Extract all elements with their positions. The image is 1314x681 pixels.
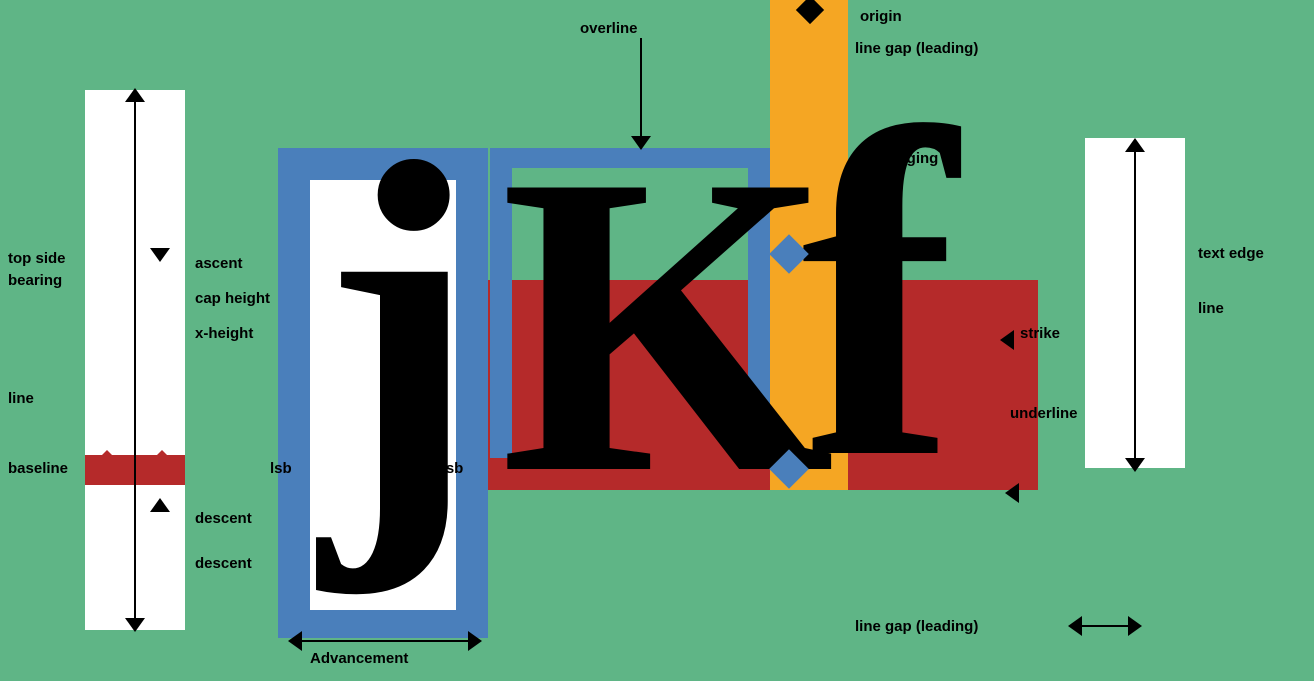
label-cap: cap height [195,290,270,307]
left-arrow-stem [134,100,136,620]
right-line-stem [1134,150,1136,460]
linegap-stem [1080,625,1130,627]
label-descent-lower: descent [195,555,252,572]
descent-arrow [150,498,170,512]
label-descent-upper: descent [195,510,252,527]
label-strike: strike [1020,325,1060,342]
advancement-stem [300,640,470,642]
underline-arrow [1005,483,1019,503]
label-rsb: rsb [440,460,463,477]
origin-marker [800,0,820,20]
glyph-j: j [320,90,480,570]
strike-arrow [1000,330,1014,350]
linegap-arrow-r [1128,616,1142,636]
overline-stem [640,38,642,138]
label-top-side: top side [8,250,66,267]
label-baseline: baseline [8,460,68,477]
right-line-up [1125,138,1145,152]
label-text-edge: text edge [1198,245,1264,262]
label-hanging: hanging [880,150,938,167]
label-bearing: bearing [8,272,62,289]
advancement-arrow-l [288,631,302,651]
label-x-height: x-height [195,325,253,342]
label-advancement: Advancement [310,650,408,667]
label-lsb: lsb [270,460,292,477]
linegap-arrow-l [1068,616,1082,636]
hanging-arrow [860,155,874,175]
label-underline: underline [1010,405,1078,422]
left-arrow-down [125,618,145,632]
overline-arrowhead [631,136,651,150]
label-overline: overline [580,20,638,37]
left-arrow-up [125,88,145,102]
glyph-f: f [800,60,957,530]
label-origin: origin [860,8,902,25]
right-line-down [1125,458,1145,472]
label-line-left: line [8,390,34,407]
label-line-gap-top: line gap (leading) [855,40,978,57]
diagram-canvas: j K f top side bearing line baseline asc… [0,0,1314,681]
advancement-arrow-r [468,631,482,651]
label-line-right: line [1198,300,1224,317]
ascent-arrow [150,248,170,262]
label-line-gap-bottom: line gap (leading) [855,618,978,635]
label-ascent: ascent [195,255,243,272]
